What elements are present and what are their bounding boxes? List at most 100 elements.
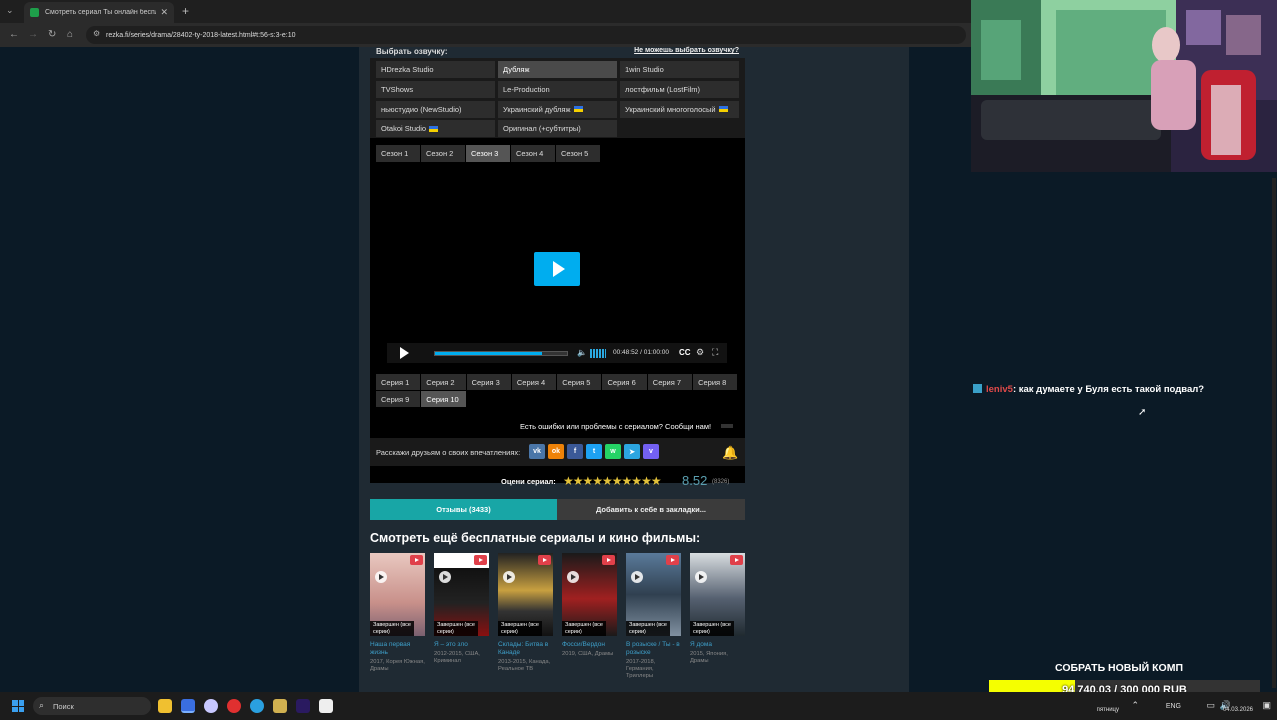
poster-image[interactable]: Завершен (все серии) bbox=[370, 553, 425, 636]
play-icon[interactable] bbox=[503, 571, 515, 583]
voice-option[interactable]: ньюстудио (NewStudio) bbox=[376, 100, 495, 118]
voice-option[interactable]: 1win Studio bbox=[620, 61, 739, 78]
voice-option[interactable]: Украинский дубляж bbox=[498, 100, 617, 118]
browser-2-icon[interactable] bbox=[204, 699, 218, 713]
reload-icon[interactable]: ↻ bbox=[48, 29, 56, 40]
recommendation-card[interactable]: Завершен (все серии) Склады: Битва в Кана… bbox=[498, 553, 553, 680]
browser-tab[interactable]: Смотреть сериал Ты онлайн бесплатно ✕ bbox=[24, 2, 174, 23]
opera-icon[interactable] bbox=[227, 699, 241, 713]
report-problem-link[interactable]: Есть ошибки или проблемы с сериалом? Соо… bbox=[520, 422, 711, 431]
voice-option[interactable]: TVShows bbox=[376, 80, 495, 98]
chat-message: leniv5: как думаете у Буля есть такой по… bbox=[973, 384, 1204, 395]
scrollbar[interactable] bbox=[1272, 178, 1276, 688]
vk-icon[interactable]: vk bbox=[529, 444, 545, 459]
browser-app-icon[interactable] bbox=[181, 699, 195, 713]
back-icon[interactable]: ← bbox=[9, 29, 19, 40]
episode-item-4[interactable]: Серия 4 bbox=[511, 374, 557, 390]
settings-gear-icon[interactable]: ⚙ bbox=[696, 347, 704, 358]
rating-value: 8.52 bbox=[682, 473, 708, 488]
facebook-icon[interactable]: f bbox=[567, 444, 583, 459]
tab-season-2[interactable]: Сезон 2 bbox=[421, 145, 465, 162]
recommendation-title[interactable]: Склады: Битва в Канаде bbox=[498, 641, 553, 657]
subtitles-button[interactable]: CC bbox=[679, 348, 691, 357]
progress-bar[interactable] bbox=[434, 351, 568, 356]
tab-season-4[interactable]: Сезон 4 bbox=[511, 145, 555, 162]
volume-slider[interactable] bbox=[590, 349, 606, 358]
voice-option[interactable]: Le-Production bbox=[498, 80, 617, 98]
play-icon[interactable] bbox=[439, 571, 451, 583]
obs-icon[interactable] bbox=[319, 699, 333, 713]
premiere-icon[interactable] bbox=[296, 699, 310, 713]
notifications-icon[interactable]: ▣ bbox=[1262, 700, 1271, 711]
volume-icon[interactable]: 🔈 bbox=[577, 348, 587, 357]
recommendation-card[interactable]: Завершен (все серии) В розыске / Ты - в р… bbox=[626, 553, 681, 680]
url-field[interactable]: ⚙ rezka.fi/series/drama/28402-ty-2018-la… bbox=[86, 26, 966, 44]
telegram-app-icon[interactable] bbox=[250, 699, 264, 713]
report-toggle[interactable] bbox=[721, 424, 733, 428]
voice-option[interactable]: Дубляж bbox=[498, 61, 617, 78]
close-tab-icon[interactable]: ✕ bbox=[160, 7, 168, 18]
file-explorer-icon[interactable] bbox=[158, 699, 172, 713]
recommendation-card[interactable]: Завершен (все серии) Я дома 2015, Япония, … bbox=[690, 553, 745, 680]
play-icon[interactable] bbox=[695, 571, 707, 583]
ok-icon[interactable]: ok bbox=[548, 444, 564, 459]
episode-item-3[interactable]: Серия 3 bbox=[466, 374, 511, 390]
viber-icon[interactable]: v bbox=[643, 444, 659, 459]
app-icon[interactable] bbox=[273, 699, 287, 713]
episode-item-9[interactable]: Серия 9 bbox=[376, 391, 421, 407]
tab-season-5[interactable]: Сезон 5 bbox=[556, 145, 600, 162]
taskbar-search[interactable]: ⌕ Поиск bbox=[33, 697, 151, 715]
poster-image[interactable]: Завершен (все серии) bbox=[498, 553, 553, 636]
clock-date[interactable]: 04.03.2026 bbox=[1223, 707, 1253, 713]
tab-season-1[interactable]: Сезон 1 bbox=[376, 145, 420, 162]
poster-image[interactable]: Завершен (все серии) bbox=[434, 553, 489, 636]
play-icon[interactable] bbox=[375, 571, 387, 583]
recommendation-title[interactable]: Я дома bbox=[690, 641, 745, 649]
home-icon[interactable]: ⌂ bbox=[67, 29, 73, 40]
forward-icon[interactable]: → bbox=[28, 29, 38, 40]
language-indicator[interactable]: ENG bbox=[1166, 703, 1181, 710]
recommendation-card[interactable]: Завершен (все серии) Я – это зло 2012-2015… bbox=[434, 553, 489, 680]
telegram-icon[interactable]: ➤ bbox=[624, 444, 640, 459]
play-icon[interactable] bbox=[631, 571, 643, 583]
voice-help-link[interactable]: Не можешь выбрать озвучку? bbox=[634, 47, 739, 54]
fullscreen-icon[interactable]: ⛶ bbox=[712, 347, 718, 358]
play-icon[interactable] bbox=[567, 571, 579, 583]
site-info-icon[interactable]: ⚙ bbox=[93, 29, 100, 38]
network-icon[interactable]: ▭ bbox=[1206, 700, 1215, 711]
episode-item-2[interactable]: Серия 2 bbox=[421, 374, 466, 390]
big-play-button[interactable] bbox=[534, 252, 580, 286]
poster-image[interactable]: Завершен (все серии) bbox=[690, 553, 745, 636]
episode-item-1[interactable]: Серия 1 bbox=[376, 374, 421, 390]
recommendation-title[interactable]: В розыске / Ты - в розыске bbox=[626, 641, 681, 657]
new-tab-icon[interactable]: + bbox=[182, 4, 189, 18]
episode-item-5[interactable]: Серия 5 bbox=[557, 374, 602, 390]
whatsapp-icon[interactable]: w bbox=[605, 444, 621, 459]
tray-arrow-icon[interactable]: ⌃ bbox=[1131, 700, 1139, 711]
poster-image[interactable]: Завершен (все серии) bbox=[562, 553, 617, 636]
voice-option[interactable]: Оригинал (+субтитры) bbox=[498, 120, 617, 138]
twitter-icon[interactable]: t bbox=[586, 444, 602, 459]
voice-option[interactable]: лостфильм (LostFilm) bbox=[620, 80, 739, 98]
recommendation-card[interactable]: Завершен (все серии) Фосси/Вердон 2019, СШ… bbox=[562, 553, 617, 680]
episode-item-8[interactable]: Серия 8 bbox=[693, 374, 738, 390]
rating-stars[interactable]: ★★★★★★★★★★ bbox=[563, 474, 662, 488]
notification-bell-icon[interactable]: 🔔 bbox=[722, 445, 738, 461]
add-bookmark-button[interactable]: Добавить к себе в закладки... bbox=[557, 499, 745, 520]
voice-option[interactable]: Украинский многоголосый bbox=[620, 100, 739, 118]
recommendation-title[interactable]: Я – это зло bbox=[434, 641, 489, 649]
recommendation-title[interactable]: Фосси/Вердон bbox=[562, 641, 617, 649]
recommendation-card[interactable]: Завершен (все серии) Наша первая жизнь 201… bbox=[370, 553, 425, 680]
voice-option[interactable]: Otakoi Studio bbox=[376, 120, 495, 138]
poster-image[interactable]: Завершен (все серии) bbox=[626, 553, 681, 636]
episode-item-6[interactable]: Серия 6 bbox=[602, 374, 647, 390]
episode-item-7[interactable]: Серия 7 bbox=[647, 374, 693, 390]
reviews-button[interactable]: Отзывы (3433) bbox=[370, 499, 557, 520]
tab-list-icon[interactable]: ⌄ bbox=[6, 5, 14, 16]
recommendation-title[interactable]: Наша первая жизнь bbox=[370, 641, 425, 657]
start-button[interactable] bbox=[12, 700, 24, 712]
voice-option[interactable]: HDrezka Studio bbox=[376, 61, 495, 78]
episode-item-10[interactable]: Серия 10 bbox=[421, 391, 466, 407]
play-icon[interactable] bbox=[400, 347, 409, 359]
tab-season-3[interactable]: Сезон 3 bbox=[466, 145, 510, 162]
